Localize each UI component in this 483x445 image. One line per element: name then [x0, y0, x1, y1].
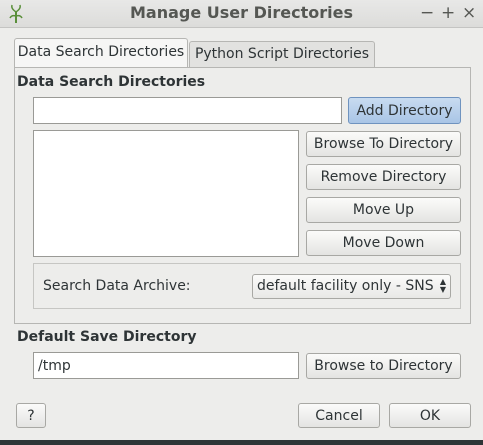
browse-to-directory-button[interactable]: Browse To Directory	[306, 131, 461, 157]
add-directory-button[interactable]: Add Directory	[348, 97, 461, 124]
minimize-button[interactable]: −	[420, 3, 434, 23]
cancel-button[interactable]: Cancel	[298, 403, 380, 428]
remove-directory-button[interactable]: Remove Directory	[306, 164, 461, 190]
save-directory-input[interactable]	[33, 352, 299, 379]
archive-label: Search Data Archive:	[43, 278, 191, 294]
move-up-button[interactable]: Move Up	[306, 197, 461, 223]
archive-selected-value: default facility only - SNS	[257, 278, 434, 294]
archive-select[interactable]: default facility only - SNS ▲ ▼	[252, 274, 451, 299]
directory-list[interactable]	[33, 130, 299, 257]
maximize-button[interactable]: +	[441, 3, 455, 23]
close-button[interactable]: ×	[462, 3, 476, 23]
data-search-heading: Data Search Directories	[17, 74, 206, 90]
browse-save-directory-button[interactable]: Browse to Directory	[306, 353, 461, 379]
default-save-heading: Default Save Directory	[17, 329, 197, 345]
ok-button[interactable]: OK	[389, 403, 471, 428]
directory-input[interactable]	[33, 97, 342, 124]
window-bottom-edge	[0, 440, 483, 445]
help-button[interactable]: ?	[16, 403, 46, 428]
move-down-button[interactable]: Move Down	[306, 230, 461, 256]
tab-data-search-directories[interactable]: Data Search Directories	[14, 38, 188, 67]
window-title: Manage User Directories	[130, 3, 353, 22]
updown-arrow-icon: ▲ ▼	[439, 277, 446, 294]
title-bar: Manage User Directories − + ×	[0, 0, 483, 28]
tab-python-script-directories[interactable]: Python Script Directories	[189, 41, 375, 67]
